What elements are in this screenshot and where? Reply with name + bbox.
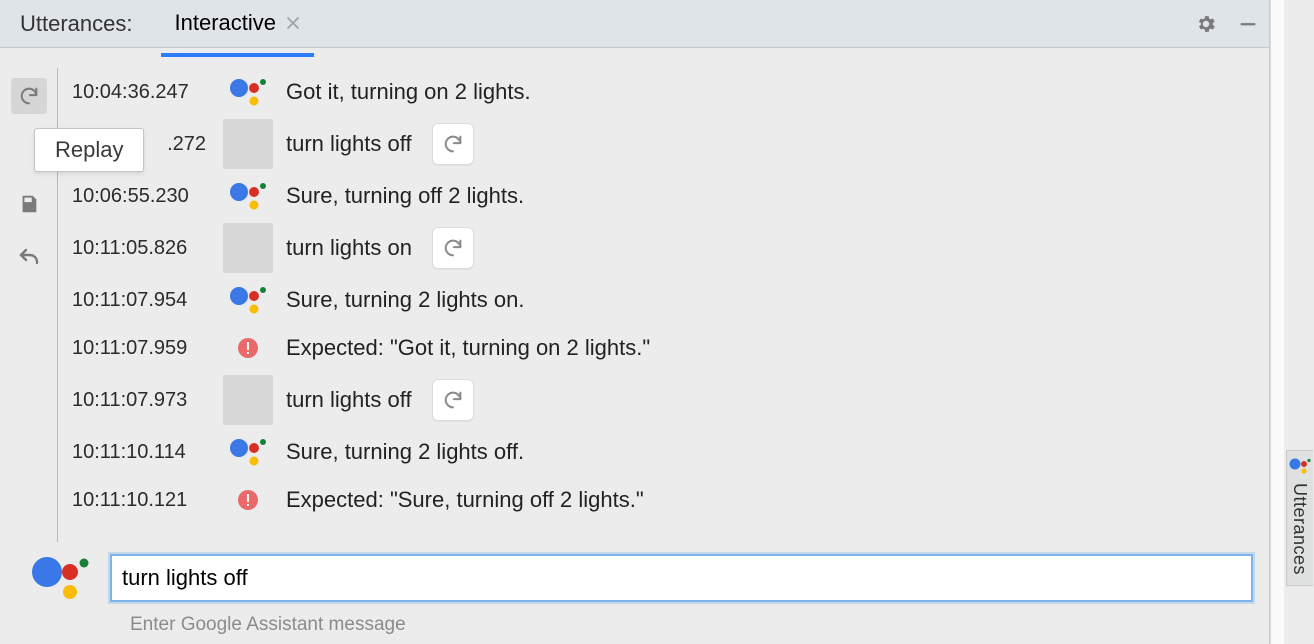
row-replay-button[interactable]	[432, 379, 474, 421]
log-row-user: 10:11:07.973 turn lights off	[70, 372, 1253, 428]
user-avatar-icon	[223, 119, 273, 169]
message-input[interactable]	[110, 554, 1253, 602]
message-text: turn lights on	[286, 235, 412, 261]
left-gutter	[0, 48, 58, 542]
assistant-logo-icon	[229, 181, 267, 211]
timestamp: 10:04:36.247	[70, 81, 210, 104]
tab-underline	[161, 53, 315, 57]
replay-tooltip: Replay	[34, 128, 144, 172]
log-row-assistant: 10:04:36.247 Got it, turning on 2 lights…	[70, 68, 1253, 116]
close-icon[interactable]	[286, 16, 300, 30]
timestamp: 10:11:07.959	[70, 337, 210, 360]
timestamp: 10:11:10.114	[70, 441, 210, 464]
tab-interactive[interactable]: Interactive	[161, 2, 315, 46]
side-tab-label: Utterances	[1289, 483, 1310, 575]
log-content: 10:04:36.247 Got it, turning on 2 lights…	[58, 48, 1269, 542]
main-panel: Utterances: Interactive	[0, 0, 1270, 644]
assistant-logo-icon	[229, 285, 267, 315]
minimize-icon[interactable]	[1237, 13, 1259, 35]
replay-button[interactable]	[11, 78, 47, 114]
log-row-assistant: 10:06:55.230 Sure, turning off 2 lights.	[70, 172, 1253, 220]
assistant-logo-icon	[229, 77, 267, 107]
gear-icon[interactable]	[1195, 13, 1217, 35]
vertical-scrollbar[interactable]	[1270, 0, 1284, 644]
error-icon	[236, 336, 260, 360]
save-button[interactable]	[11, 186, 47, 222]
message-text: Expected: "Sure, turning off 2 lights."	[286, 487, 644, 513]
panel-title: Utterances:	[10, 7, 143, 41]
input-hint: Enter Google Assistant message	[130, 614, 1253, 636]
side-tab-column: Utterances	[1284, 0, 1314, 644]
log-row-error: 10:11:10.121 Expected: "Sure, turning of…	[70, 476, 1253, 524]
undo-button[interactable]	[11, 240, 47, 276]
user-avatar-icon	[223, 223, 273, 273]
row-replay-button[interactable]	[432, 123, 474, 165]
timestamp: 10:11:07.954	[70, 289, 210, 312]
tabs-bar: Utterances: Interactive	[0, 0, 1269, 48]
timestamp: 10:11:10.121	[70, 489, 210, 512]
message-text: turn lights off	[286, 131, 412, 157]
log-row-assistant: 10:11:07.954 Sure, turning 2 lights on.	[70, 276, 1253, 324]
message-text: Sure, turning 2 lights off.	[286, 439, 524, 465]
input-area: Enter Google Assistant message	[0, 542, 1269, 644]
tab-label: Interactive	[175, 10, 277, 36]
row-replay-button[interactable]	[432, 227, 474, 269]
message-text: Expected: "Got it, turning on 2 lights."	[286, 335, 650, 361]
error-icon	[236, 488, 260, 512]
message-text: Sure, turning 2 lights on.	[286, 287, 524, 313]
message-text: Got it, turning on 2 lights.	[286, 79, 531, 105]
message-text: turn lights off	[286, 387, 412, 413]
assistant-logo-icon	[1289, 457, 1311, 475]
timestamp: 10:06:55.230	[70, 185, 210, 208]
user-avatar-icon	[223, 375, 273, 425]
timestamp: 10:11:05.826	[70, 237, 210, 260]
log-row-error: 10:11:07.959 Expected: "Got it, turning …	[70, 324, 1253, 372]
assistant-logo-icon	[30, 554, 90, 602]
log-row-user: .272 turn lights off	[70, 116, 1253, 172]
log-row-user: 10:11:05.826 turn lights on	[70, 220, 1253, 276]
log-row-assistant: 10:11:10.114 Sure, turning 2 lights off.	[70, 428, 1253, 476]
assistant-logo-icon	[229, 437, 267, 467]
message-text: Sure, turning off 2 lights.	[286, 183, 524, 209]
timestamp: 10:11:07.973	[70, 389, 210, 412]
side-tab-utterances[interactable]: Utterances	[1286, 450, 1313, 586]
